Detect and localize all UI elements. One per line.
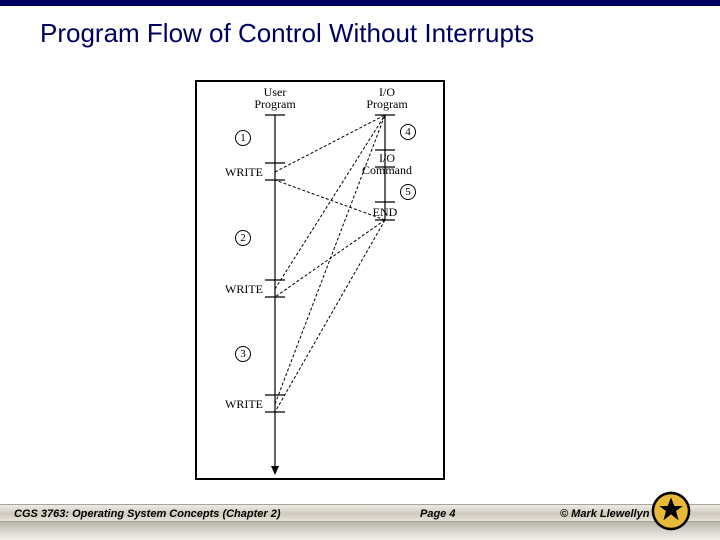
- footer-course: CGS 3763: Operating System Concepts (Cha…: [14, 508, 281, 520]
- write-label-2: WRITE: [225, 283, 263, 295]
- step-5-icon: 5: [400, 184, 416, 200]
- step-3-icon: 3: [235, 346, 251, 362]
- end-label: END: [370, 206, 400, 218]
- write-label-1: WRITE: [225, 166, 263, 178]
- footer: CGS 3763: Operating System Concepts (Cha…: [0, 498, 720, 540]
- io-program-label: I/O Program: [365, 86, 409, 110]
- step-1-icon: 1: [235, 130, 251, 146]
- footer-gradient-bottom: [0, 522, 720, 540]
- step-4-icon: 4: [400, 124, 416, 140]
- footer-author: © Mark Llewellyn: [560, 508, 649, 520]
- user-program-label: User Program: [253, 86, 297, 110]
- footer-page: Page 4: [420, 508, 455, 520]
- io-command-label: I/O Command: [361, 152, 413, 176]
- slide-title: Program Flow of Control Without Interrup…: [0, 6, 720, 49]
- ucf-logo-icon: [650, 490, 692, 532]
- step-2-icon: 2: [235, 230, 251, 246]
- flow-diagram: User Program I/O Program I/O Command END…: [195, 80, 445, 480]
- diagram-svg: [195, 80, 445, 480]
- write-label-3: WRITE: [225, 398, 263, 410]
